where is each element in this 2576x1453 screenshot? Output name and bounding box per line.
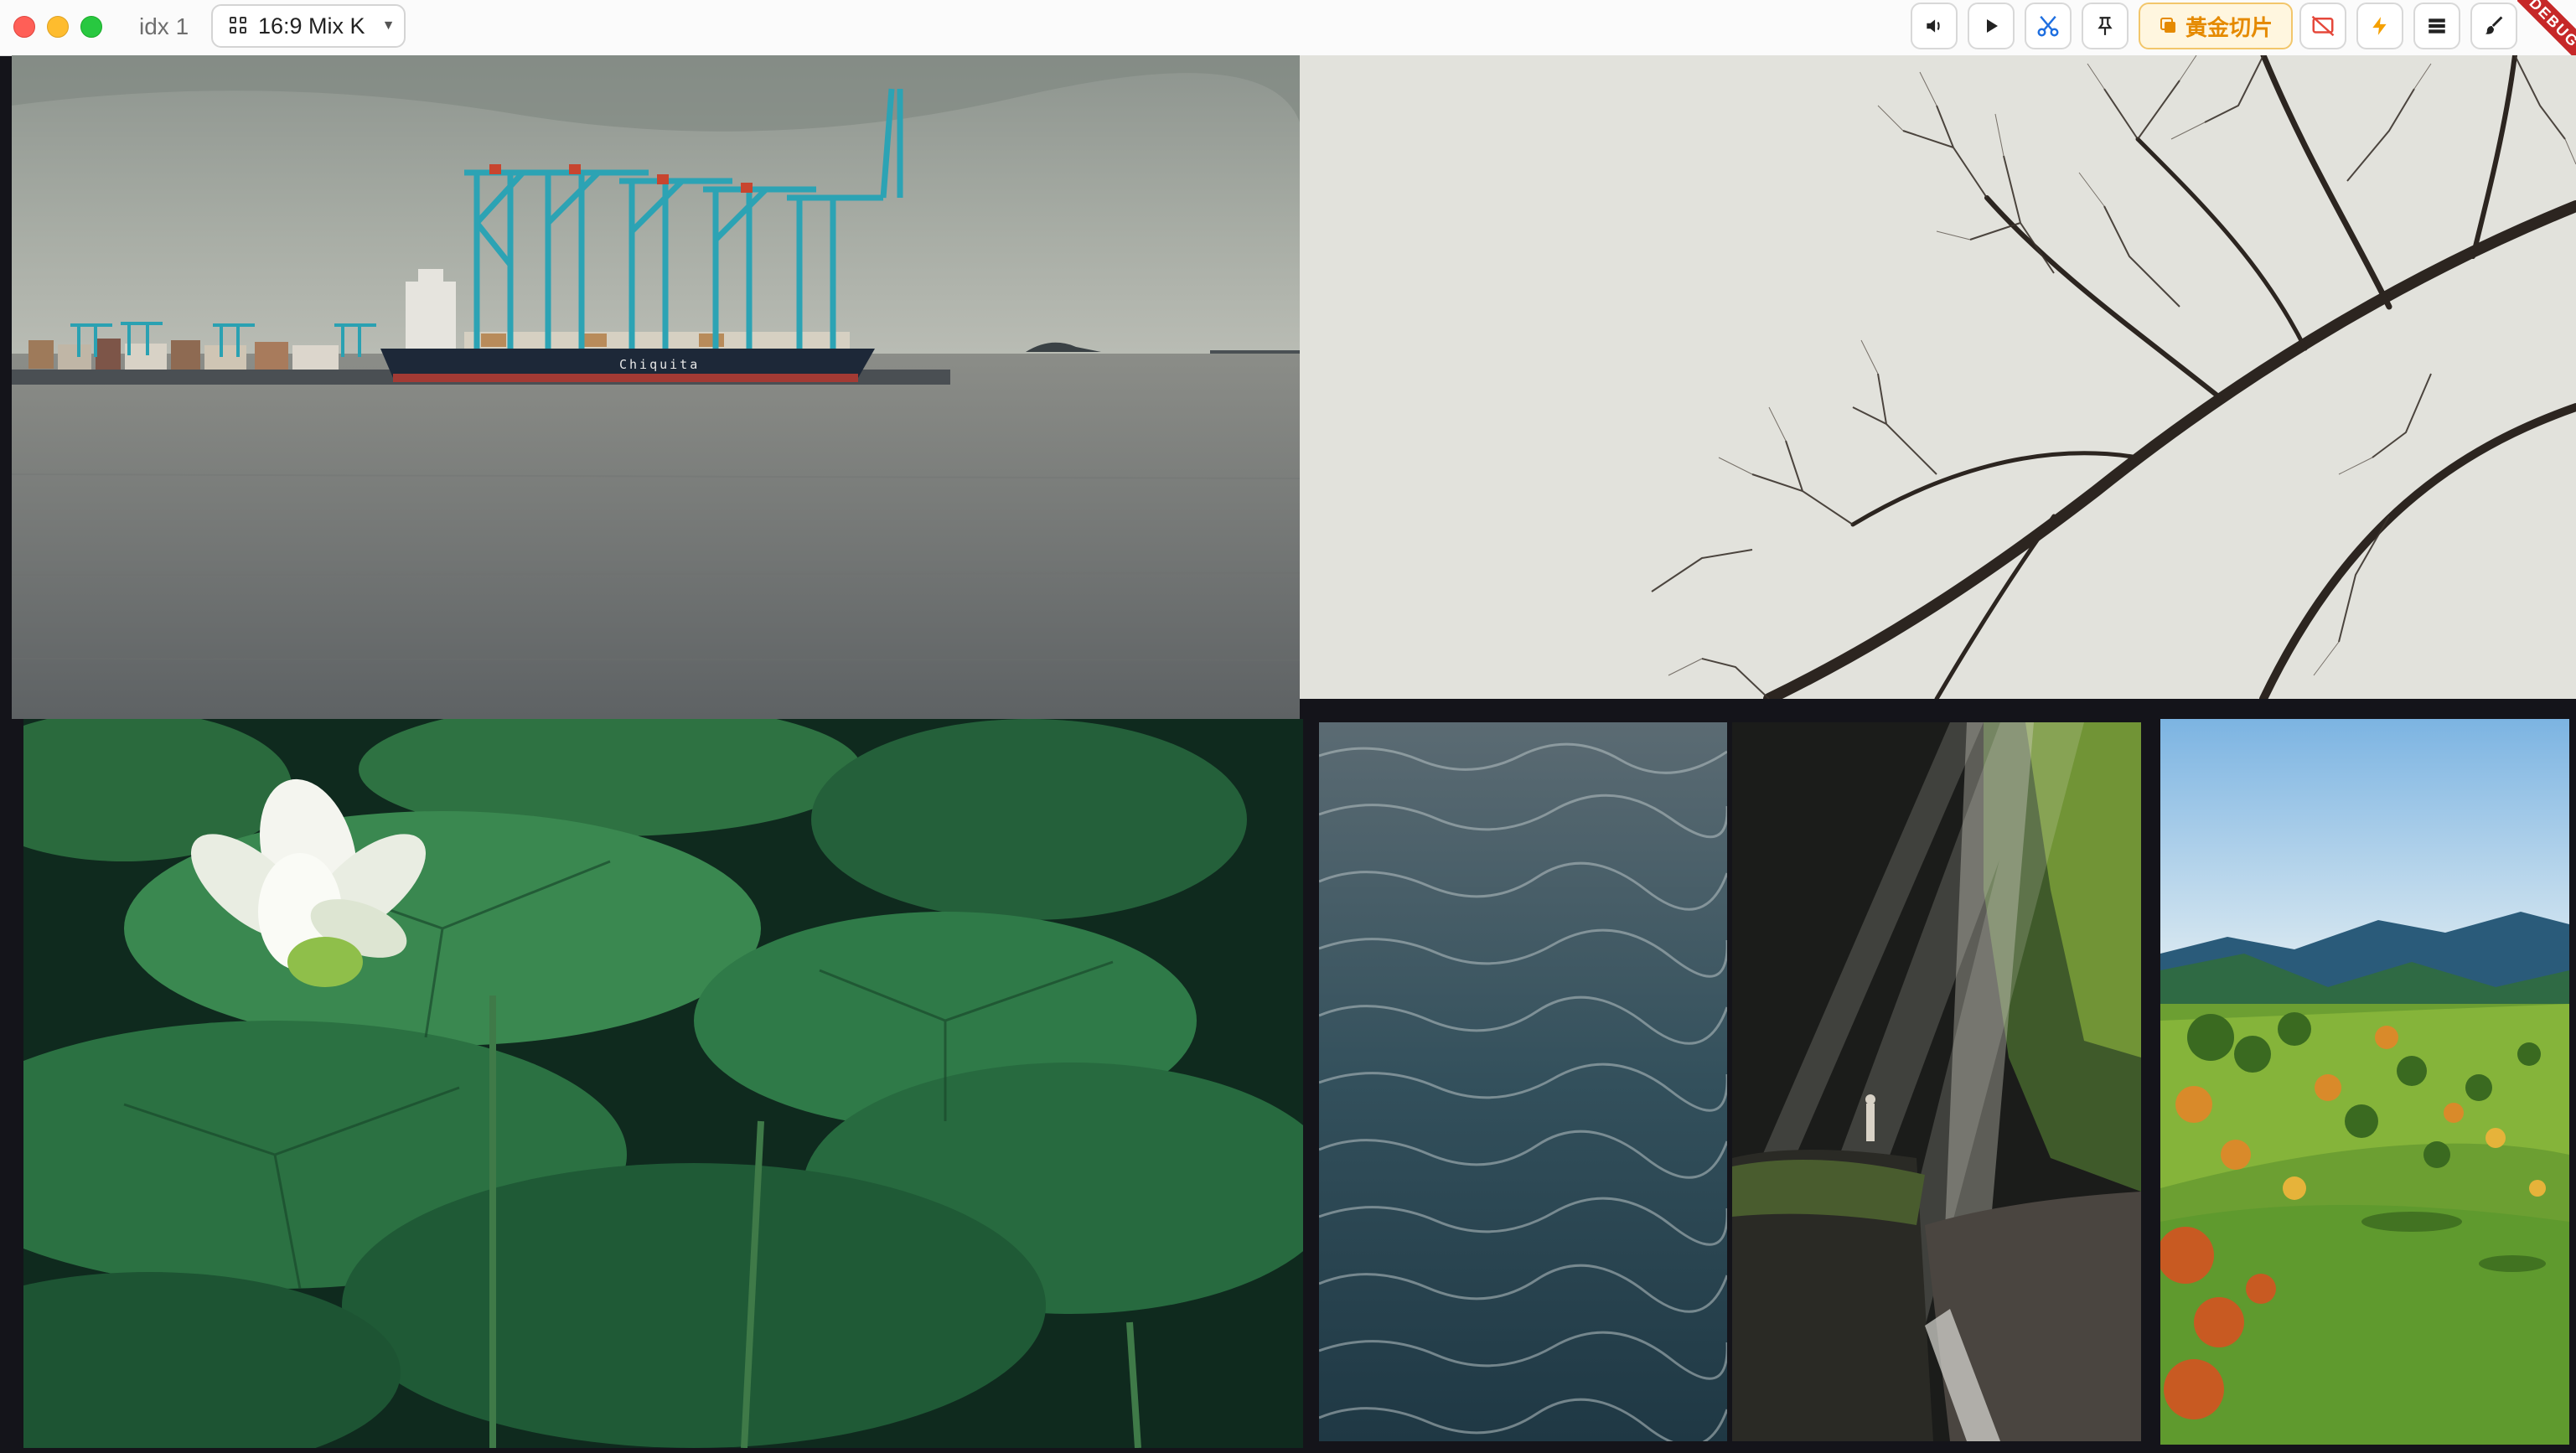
list-icon [2429, 18, 2445, 34]
brush-icon [2485, 16, 2503, 34]
window-title: idx 1 [139, 13, 189, 39]
chevron-down-icon: ▼ [381, 18, 396, 33]
pin-button[interactable] [2082, 3, 2129, 49]
debug-banner: DEBUG [2517, 0, 2576, 55]
close-window-button[interactable] [13, 16, 35, 38]
debug-banner-text: DEBUG [2517, 0, 2576, 55]
title-bar: idx 1 16:9 Mix K ▼ 黃金切片 DEBUG [0, 0, 2576, 56]
bare-tree-image [1300, 55, 2576, 699]
port-scene-image: Chiquita [12, 55, 1300, 719]
green-valley-image [2160, 719, 2569, 1445]
cut-button[interactable] [2025, 3, 2072, 49]
pin-icon [2098, 17, 2113, 35]
play-icon [1987, 19, 1998, 33]
layout-select[interactable]: 16:9 Mix K ▼ [211, 4, 406, 48]
waterfall-image [1732, 722, 2141, 1441]
zoom-window-button[interactable] [80, 16, 102, 38]
tile-green-valley[interactable] [2160, 719, 2569, 1445]
speaker-icon [1927, 19, 1940, 33]
scissors-icon [2037, 15, 2059, 37]
flash-button[interactable] [2356, 3, 2403, 49]
screen-off-icon [2311, 15, 2335, 37]
golden-cut-label: 黃金切片 [2185, 14, 2273, 40]
lotus-image [23, 719, 1303, 1448]
layout-select-label: 16:9 Mix K [258, 13, 365, 39]
list-button[interactable] [2413, 3, 2460, 49]
minimize-window-button[interactable] [47, 16, 69, 38]
person-figure [1866, 1104, 1875, 1141]
grid-icon [230, 17, 248, 35]
golden-cut-button[interactable]: 黃金切片 [2139, 3, 2293, 49]
tile-bare-tree[interactable] [1300, 55, 2576, 699]
ship-name-text: Chiquita [619, 357, 700, 372]
screen-off-button[interactable] [2299, 3, 2346, 49]
tile-ocean-waves[interactable] [1319, 722, 1727, 1441]
ocean-waves-image [1319, 722, 1727, 1441]
volume-button[interactable] [1911, 3, 1958, 49]
tile-waterfall[interactable] [1732, 722, 2141, 1441]
lightning-icon [2372, 17, 2387, 35]
play-button[interactable] [1968, 3, 2015, 49]
copy-icon [2160, 18, 2175, 33]
brush-button[interactable] [2470, 3, 2517, 49]
tile-port-cranes[interactable]: Chiquita [12, 55, 1300, 719]
tile-lotus[interactable] [23, 719, 1303, 1448]
